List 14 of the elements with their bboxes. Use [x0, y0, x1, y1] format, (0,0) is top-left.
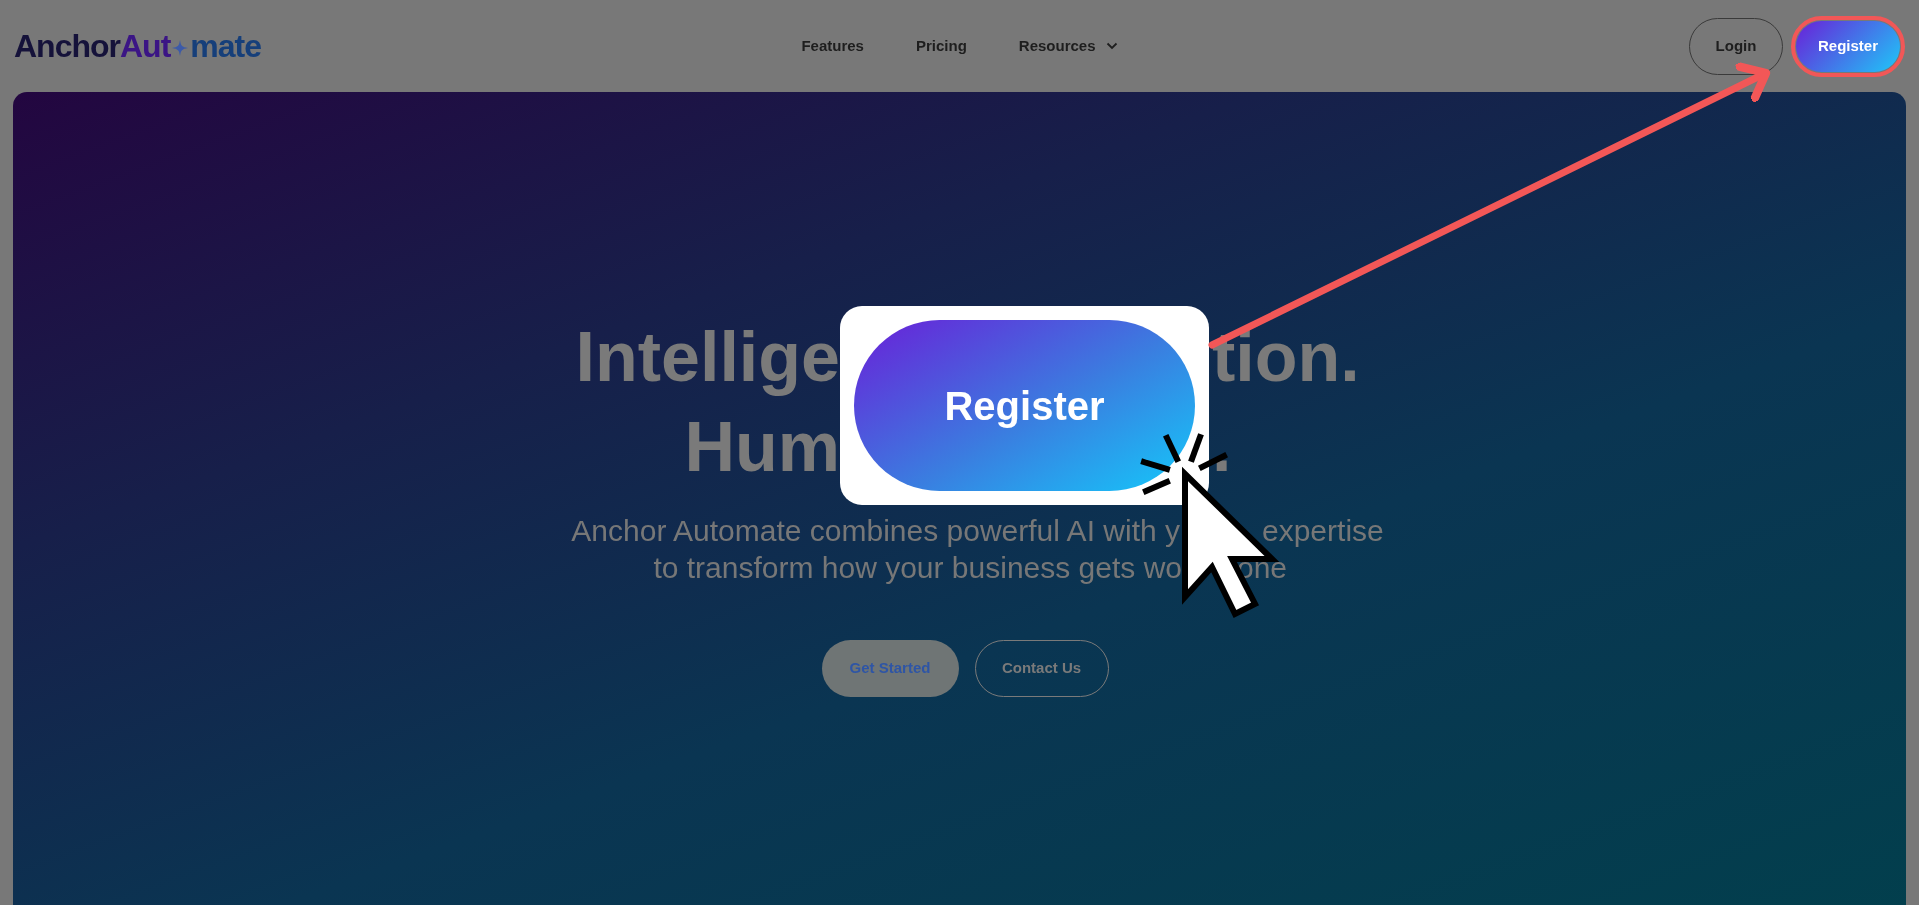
- logo[interactable]: AnchorAut mate: [14, 22, 802, 70]
- nav-link[interactable]: Features: [801, 34, 864, 58]
- subtitle-text: to transform how your business gets wo: [652, 550, 1182, 586]
- nav-link[interactable]: Pricing: [915, 34, 967, 58]
- headline-text: Intellige: [574, 317, 840, 398]
- headline-text: Hum: [683, 407, 840, 488]
- logo-text: Anchor: [14, 27, 120, 66]
- logo-text: mate: [190, 27, 261, 66]
- logo-text: Aut: [120, 27, 171, 66]
- nav-link[interactable]: Resources: [1018, 34, 1118, 58]
- register-button[interactable]: Register: [1796, 20, 1900, 72]
- subtitle-text: Anchor Automate combines powerful AI with y: [570, 513, 1180, 549]
- subtitle-text: expertise: [1262, 513, 1385, 549]
- headline-text: tion.: [1211, 317, 1361, 398]
